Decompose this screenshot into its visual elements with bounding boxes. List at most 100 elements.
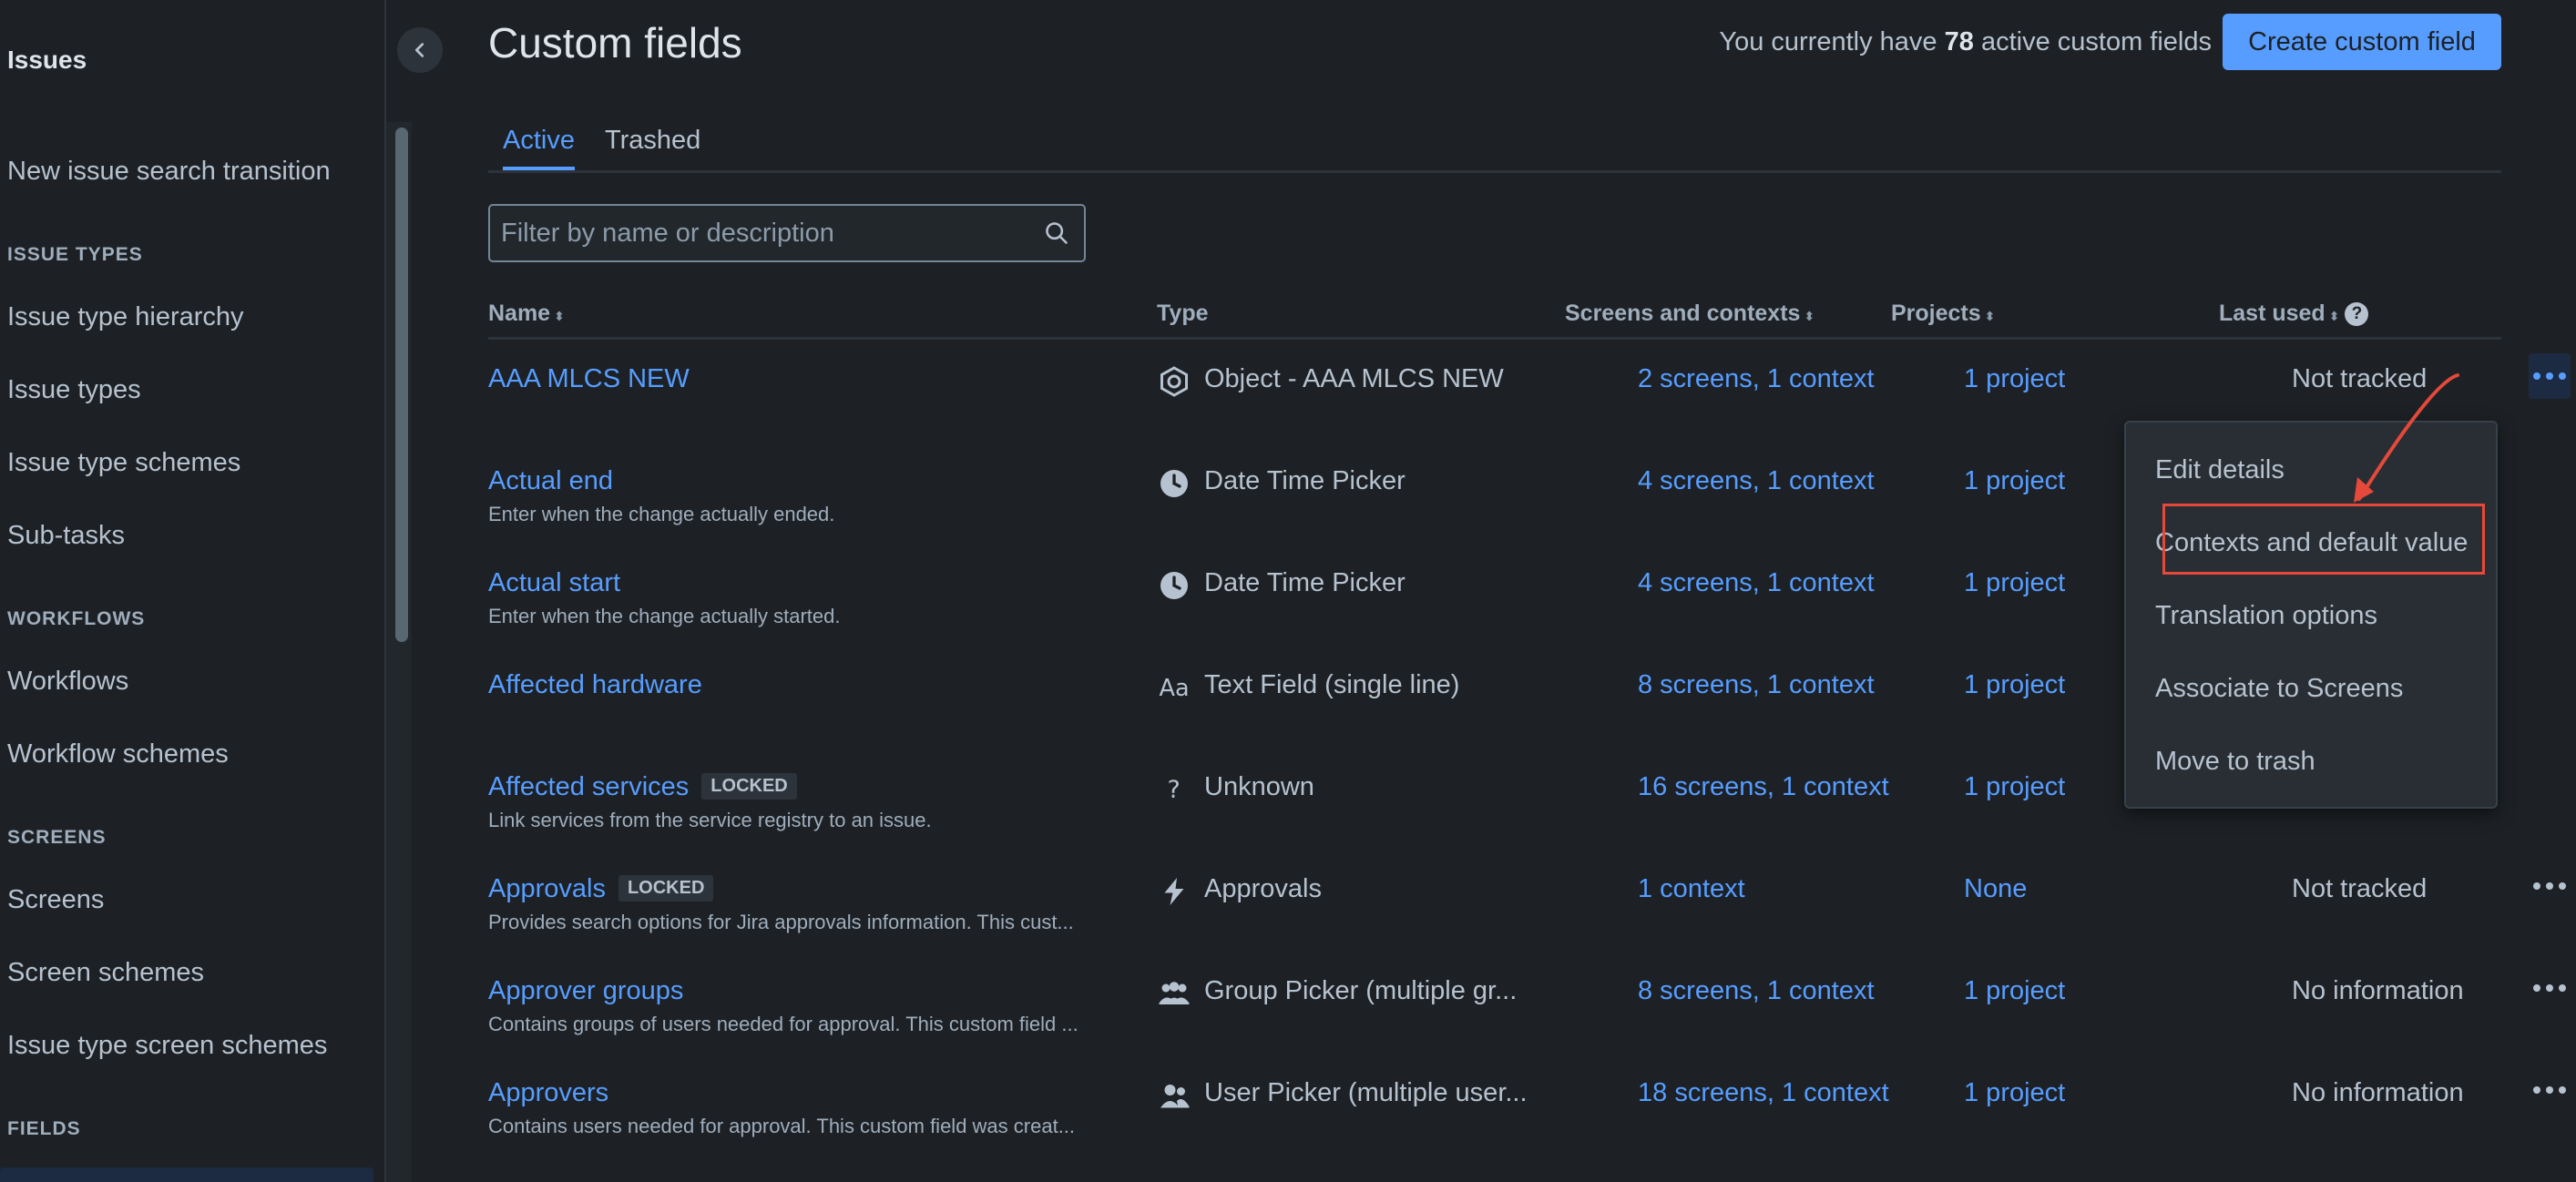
column-header-projects[interactable]: Projects ⬍ [1891, 301, 1995, 327]
tab-active[interactable]: Active [503, 126, 575, 170]
projects-link[interactable]: 1 project [1964, 1078, 2065, 1108]
clock-icon [1157, 568, 1191, 603]
svg-text:Aa: Aa [1160, 675, 1190, 702]
column-header-last-used[interactable]: Last used ⬍? [2219, 301, 2369, 327]
sidebar-heading: FIELDS [7, 1118, 81, 1139]
sidebar-item[interactable]: Sub-tasks [7, 521, 125, 551]
field-name-link[interactable]: Affected hardware [488, 670, 702, 699]
sidebar-item[interactable]: Screen schemes [7, 958, 204, 988]
field-description: Link services from the service registry … [488, 809, 932, 831]
svg-text:?: ? [1168, 776, 1181, 804]
active-fields-count-text: You currently have 78 active custom fiel… [1719, 27, 2212, 57]
projects-link[interactable]: 1 project [1964, 670, 2065, 700]
column-header-name[interactable]: Name ⬍ [488, 301, 565, 327]
sidebar-item[interactable]: Issue type schemes [7, 448, 240, 478]
field-name-cell: Affected services LOCKED [488, 772, 797, 802]
sidebar-item[interactable]: Issue type screen schemes [7, 1031, 327, 1061]
more-dots-icon [2533, 372, 2540, 380]
sidebar-item[interactable]: Issue types [7, 375, 141, 405]
field-name-link[interactable]: Actual start [488, 568, 620, 597]
field-description: Enter when the change actually started. [488, 605, 841, 627]
locked-badge: LOCKED [701, 773, 797, 800]
field-name-cell: AAA MLCS NEW [488, 364, 690, 394]
field-type: Date Time Picker [1204, 466, 1406, 495]
projects-link[interactable]: 1 project [1964, 364, 2065, 394]
users-icon [1157, 1078, 1191, 1113]
sidebar-item[interactable]: Issue type hierarchy [7, 302, 244, 332]
field-description: Enter when the change actually ended. [488, 503, 835, 525]
field-type: Object - AAA MLCS NEW [1204, 364, 1504, 393]
field-type: Approvals [1204, 874, 1322, 903]
menu-item-associate-screens[interactable]: Associate to Screens [2155, 674, 2403, 704]
projects-link[interactable]: 1 project [1964, 976, 2065, 1006]
field-type: Unknown [1204, 772, 1314, 801]
locked-badge: LOCKED [618, 875, 714, 902]
more-actions-button[interactable] [2529, 965, 2571, 1011]
field-type: Group Picker (multiple gr... [1204, 976, 1518, 1005]
create-custom-field-button[interactable]: Create custom field [2223, 14, 2501, 70]
projects-link[interactable]: 1 project [1964, 772, 2065, 802]
screens-contexts-link[interactable]: 16 screens, 1 context [1638, 772, 1889, 802]
more-dots-icon [2533, 882, 2540, 890]
field-name-link[interactable]: Approver groups [488, 976, 683, 1005]
filter-input[interactable] [490, 206, 1027, 260]
menu-item-edit-details[interactable]: Edit details [2155, 455, 2285, 485]
sidebar-active-item[interactable] [0, 1167, 373, 1182]
screens-contexts-link[interactable]: 4 screens, 1 context [1638, 568, 1875, 598]
field-description: Contains users needed for approval. This… [488, 1115, 1076, 1137]
table-row: Approver groups Contains groups of users … [488, 976, 2566, 1078]
screens-contexts-link[interactable]: 8 screens, 1 context [1638, 976, 1875, 1006]
projects-link[interactable]: None [1964, 874, 2027, 904]
sort-icon: ⬍ [1804, 309, 1815, 323]
collapse-sidebar-button[interactable] [397, 27, 443, 73]
screens-contexts-link[interactable]: 18 screens, 1 context [1638, 1078, 1889, 1108]
field-name-link[interactable]: Affected services [488, 772, 689, 801]
sidebar-item[interactable]: Screens [7, 885, 104, 915]
active-fields-count: 78 [1944, 27, 1974, 56]
field-name-link[interactable]: Approvers [488, 1078, 608, 1107]
column-header-screens[interactable]: Screens and contexts ⬍ [1565, 301, 1814, 327]
column-header-type: Type [1157, 301, 1209, 326]
more-actions-button[interactable] [2529, 863, 2571, 909]
sidebar-title: Issues [7, 46, 87, 74]
field-name-link[interactable]: Approvals [488, 874, 606, 903]
more-actions-button[interactable] [2529, 353, 2571, 399]
sidebar-scrollbar-thumb[interactable] [395, 127, 408, 642]
lightning-icon [1157, 874, 1191, 909]
sidebar-heading: ISSUE TYPES [7, 244, 143, 265]
menu-item-translation-options[interactable]: Translation options [2155, 601, 2377, 631]
more-actions-button[interactable] [2529, 1067, 2571, 1113]
more-dots-icon [2533, 984, 2540, 992]
screens-contexts-link[interactable]: 4 screens, 1 context [1638, 466, 1875, 496]
field-name-cell: Approver groups [488, 976, 683, 1006]
field-name-cell: Affected hardware [488, 670, 702, 700]
search-icon [1046, 222, 1068, 244]
last-used-value: No information [2292, 976, 2464, 1005]
screens-contexts-link[interactable]: 1 context [1638, 874, 1745, 904]
tab-trashed[interactable]: Trashed [605, 126, 700, 167]
field-name-link[interactable]: AAA MLCS NEW [488, 364, 690, 393]
projects-link[interactable]: 1 project [1964, 466, 2065, 496]
screens-contexts-link[interactable]: 8 screens, 1 context [1638, 670, 1875, 700]
sidebar-item[interactable]: Workflow schemes [7, 739, 229, 769]
screens-contexts-link[interactable]: 2 screens, 1 context [1638, 364, 1875, 394]
object-icon [1157, 364, 1191, 399]
table-row: Approvals LOCKED Provides search options f… [488, 874, 2566, 976]
sidebar-heading: WORKFLOWS [7, 608, 146, 629]
projects-link[interactable]: 1 project [1964, 568, 2065, 598]
field-name-link[interactable]: Actual end [488, 466, 613, 495]
field-description: Contains groups of users needed for appr… [488, 1013, 1078, 1035]
field-name-cell: Actual end [488, 466, 613, 496]
field-name-cell: Actual start [488, 568, 620, 598]
menu-item-move-to-trash[interactable]: Move to trash [2155, 747, 2315, 777]
filter-field[interactable] [488, 204, 1086, 262]
count-suffix: active custom fields [1973, 27, 2212, 56]
annotation-highlight-box [2162, 504, 2485, 575]
field-type: Date Time Picker [1204, 568, 1406, 597]
field-name-cell: Approvals LOCKED [488, 874, 714, 904]
sidebar-item[interactable]: New issue search transition [7, 157, 331, 187]
sidebar-heading: SCREENS [7, 827, 107, 848]
sidebar-item[interactable]: Workflows [7, 667, 128, 697]
help-icon[interactable]: ? [2345, 302, 2369, 326]
page-title: Custom fields [488, 19, 742, 66]
